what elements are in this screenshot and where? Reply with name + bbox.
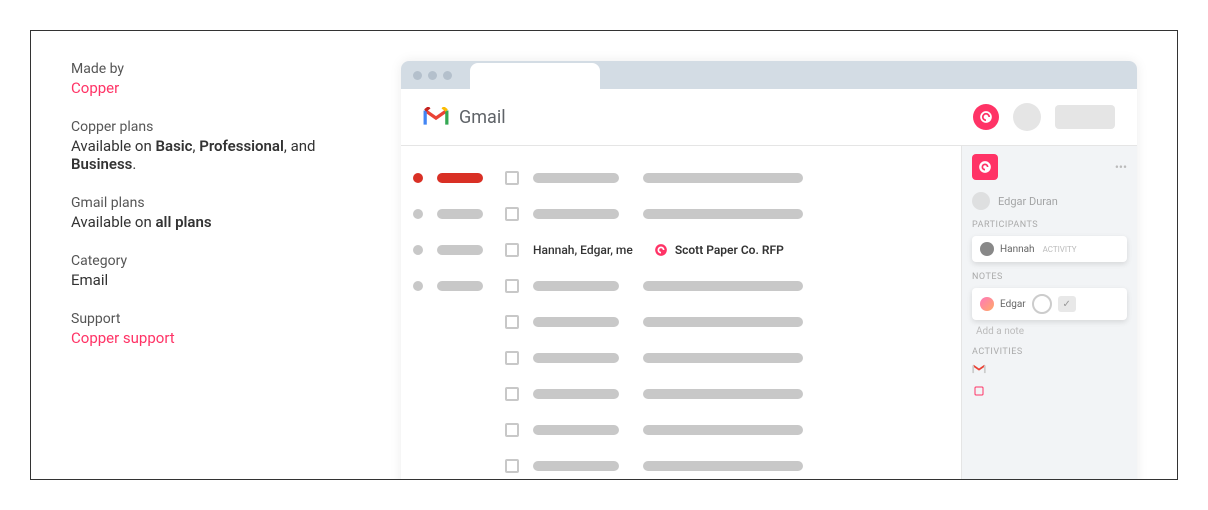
avatar-icon (980, 242, 994, 256)
participant-card[interactable]: Hannah ACTIVITY (972, 236, 1127, 262)
sender-placeholder (533, 209, 619, 219)
more-icon[interactable]: ••• (1115, 160, 1127, 174)
sender-placeholder (533, 281, 619, 291)
subject-placeholder (643, 425, 803, 435)
inbox-list: Hannah, Edgar, me Scott Paper Co. RFP (401, 146, 961, 480)
checkbox[interactable] (505, 171, 519, 185)
gmail-header: Gmail (401, 89, 1137, 146)
inbox-row[interactable] (413, 412, 949, 448)
category-value: Email (71, 271, 351, 289)
inbox-row-highlighted[interactable]: Hannah, Edgar, me Scott Paper Co. RFP (413, 232, 949, 268)
gmail-title: Gmail (459, 107, 506, 128)
browser-tab[interactable] (470, 63, 600, 91)
participant-sub: ACTIVITY (1043, 245, 1077, 254)
inbox-row[interactable] (413, 304, 949, 340)
sender-placeholder (533, 461, 619, 471)
note-card[interactable]: Edgar ✓ (972, 288, 1127, 320)
copper-plans-label: Copper plans (71, 119, 351, 135)
activities-label: Activities (972, 347, 1127, 357)
support-link[interactable]: Copper support (71, 329, 351, 347)
inbox-row[interactable] (413, 376, 949, 412)
label-pill (437, 173, 483, 183)
add-note-input[interactable]: Add a note (976, 326, 1127, 337)
subject-text: Scott Paper Co. RFP (675, 243, 784, 257)
dot-icon (413, 245, 423, 255)
made-by-link[interactable]: Copper (71, 79, 351, 97)
sender-placeholder (533, 353, 619, 363)
checkbox[interactable] (505, 315, 519, 329)
subject-placeholder (643, 353, 803, 363)
participants-label: Participants (972, 220, 1127, 230)
subject-placeholder (643, 461, 803, 471)
checkbox[interactable] (505, 351, 519, 365)
copper-extension-icon[interactable] (973, 104, 999, 130)
notes-label: Notes (972, 272, 1127, 282)
gmail-plans-value: Available on all plans (71, 213, 351, 231)
avatar-placeholder[interactable] (1013, 103, 1041, 131)
dot-icon (413, 209, 423, 219)
avatar-icon (972, 192, 990, 210)
subject-placeholder (643, 173, 803, 183)
traffic-light-icon (443, 71, 452, 80)
sender-text: Hannah, Edgar, me (533, 243, 633, 257)
radio-icon[interactable] (1032, 294, 1052, 314)
checkbox[interactable] (505, 243, 519, 257)
copper-logo-icon[interactable] (972, 154, 998, 180)
browser-frame: Gmail (401, 61, 1137, 480)
checkbox[interactable] (505, 207, 519, 221)
gmail-plans-label: Gmail plans (71, 195, 351, 211)
traffic-light-icon (413, 71, 422, 80)
sender-placeholder (533, 173, 619, 183)
subject-placeholder (643, 281, 803, 291)
label-pill (437, 209, 483, 219)
traffic-light-icon (428, 71, 437, 80)
sender-placeholder (533, 389, 619, 399)
subject-placeholder (643, 209, 803, 219)
unread-dot-icon (413, 173, 423, 183)
checkbox[interactable] (505, 423, 519, 437)
checkbox[interactable] (505, 279, 519, 293)
inbox-row[interactable] (413, 196, 949, 232)
inbox-row[interactable] (413, 340, 949, 376)
note-icon (972, 385, 986, 397)
gmail-icon (972, 363, 986, 375)
gmail-logo-icon (423, 107, 449, 127)
inbox-row[interactable] (413, 448, 949, 480)
inbox-row[interactable] (413, 160, 949, 196)
category-label: Category (71, 253, 351, 269)
subject-placeholder (643, 317, 803, 327)
inbox-row[interactable] (413, 268, 949, 304)
checkbox[interactable] (505, 387, 519, 401)
contact-name[interactable]: Edgar Duran (998, 195, 1058, 208)
subject-placeholder (643, 389, 803, 399)
note-name: Edgar (1000, 299, 1026, 310)
avatar-icon (980, 297, 994, 311)
copper-tag-icon (653, 242, 669, 258)
sender-placeholder (533, 317, 619, 327)
label-pill (437, 281, 483, 291)
button-placeholder[interactable] (1055, 105, 1115, 129)
copper-plans-value: Available on Basic, Professional, and Bu… (71, 137, 351, 173)
check-icon[interactable]: ✓ (1058, 296, 1076, 312)
dot-icon (413, 281, 423, 291)
activity-item[interactable] (972, 363, 1127, 375)
label-pill (437, 245, 483, 255)
checkbox[interactable] (505, 459, 519, 473)
copper-sidebar: ••• Edgar Duran Participants Hannah ACTI… (961, 146, 1137, 480)
participant-name: Hannah (1000, 244, 1035, 255)
browser-chrome (401, 61, 1137, 89)
activity-item[interactable] (972, 385, 1127, 397)
support-label: Support (71, 311, 351, 327)
sender-placeholder (533, 425, 619, 435)
made-by-label: Made by (71, 61, 351, 77)
